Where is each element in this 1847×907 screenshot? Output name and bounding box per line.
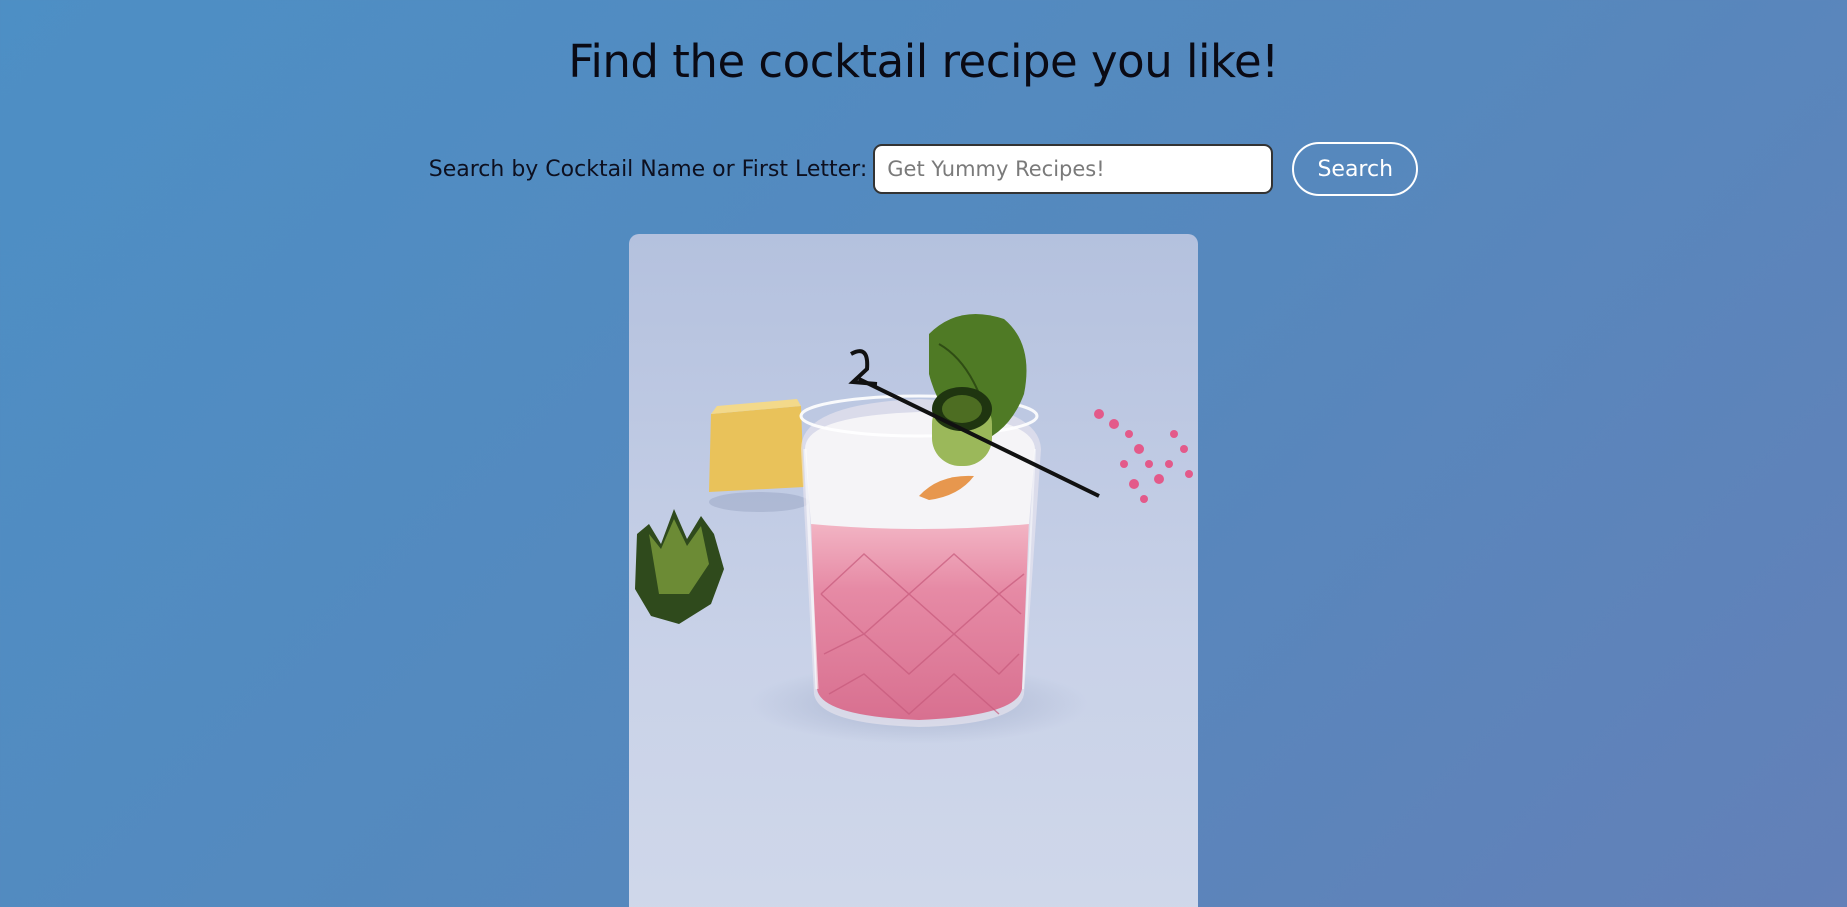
cocktail-glass — [799, 394, 1041, 727]
page-title: Find the cocktail recipe you like! — [568, 35, 1279, 88]
search-input[interactable] — [873, 144, 1274, 194]
cucumber-roll — [932, 387, 992, 466]
flower-sprig — [1094, 409, 1193, 503]
cucumber-garnish — [635, 509, 724, 624]
cocktail-illustration — [635, 314, 1193, 744]
search-label: Search by Cocktail Name or First Letter: — [428, 156, 868, 182]
cheese-cube — [709, 399, 809, 512]
cocktail-hero-image — [629, 234, 1198, 907]
search-button[interactable]: Search — [1292, 142, 1419, 196]
search-form: Search by Cocktail Name or First Letter:… — [0, 142, 1847, 196]
